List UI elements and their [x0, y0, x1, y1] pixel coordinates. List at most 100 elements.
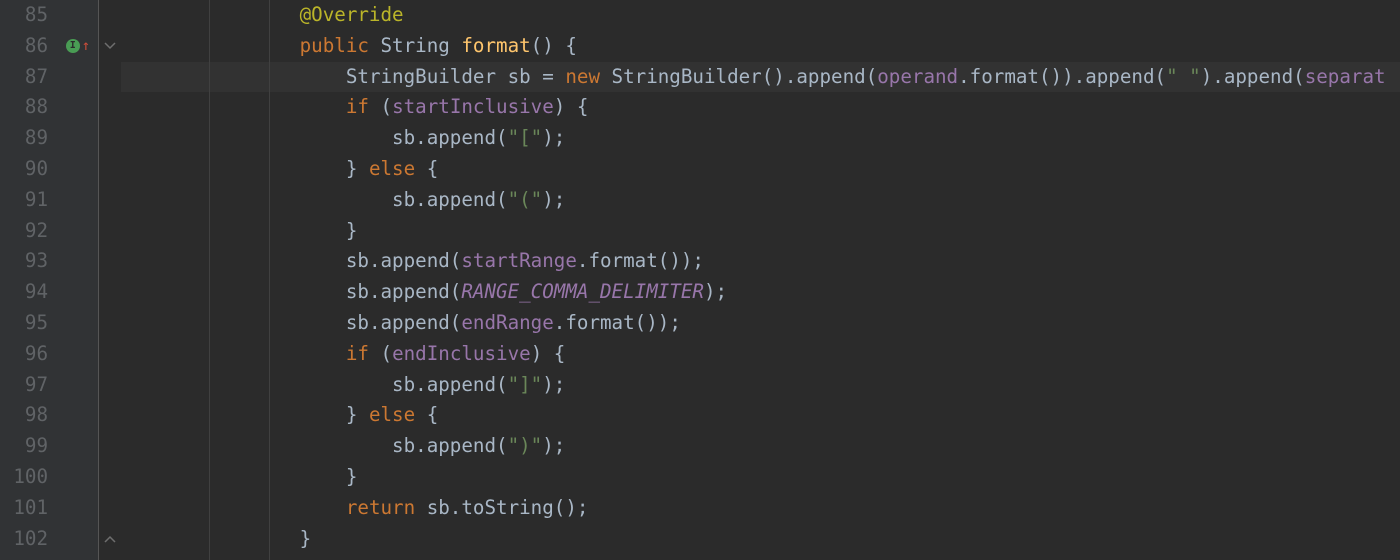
code-line[interactable]: public String format() {	[121, 31, 1400, 62]
token-ann: @Override	[300, 3, 404, 26]
token-pn	[161, 34, 300, 57]
token-pn: );	[542, 434, 565, 457]
code-line[interactable]: return sb.toString();	[121, 493, 1400, 524]
line-number: 87	[0, 62, 58, 93]
code-line[interactable]: sb.append(")");	[121, 431, 1400, 462]
line-number: 91	[0, 185, 58, 216]
code-line[interactable]: }	[121, 524, 1400, 555]
token-pn	[161, 373, 392, 396]
line-number: 102	[0, 524, 58, 555]
token-pn: sb.append(	[346, 249, 462, 272]
token-pn	[161, 527, 300, 550]
code-line[interactable]: sb.append("[");	[121, 123, 1400, 154]
token-kw: return	[346, 496, 415, 519]
token-pn: .format());	[577, 249, 704, 272]
token-pn	[161, 280, 346, 303]
code-line[interactable]: sb.append("]");	[121, 370, 1400, 401]
token-pn: );	[542, 188, 565, 211]
token-mname: format	[461, 34, 530, 57]
fold-open-icon[interactable]	[99, 31, 121, 62]
line-number: 85	[0, 0, 58, 31]
token-kw: else	[369, 403, 415, 426]
line-number: 99	[0, 431, 58, 462]
token-pn: }	[300, 527, 312, 550]
token-str: "]"	[508, 373, 543, 396]
line-number: 97	[0, 370, 58, 401]
code-line[interactable]: }	[121, 462, 1400, 493]
line-number-gutter: 858687888990919293949596979899100101102	[0, 0, 58, 560]
code-line[interactable]: if (endInclusive) {	[121, 339, 1400, 370]
token-str: "["	[508, 126, 543, 149]
token-pn: StringBuilder sb =	[346, 65, 566, 88]
token-pn: sb.append(	[392, 434, 508, 457]
token-pn: sb.toString();	[415, 496, 588, 519]
token-pn: () {	[531, 34, 577, 57]
code-area[interactable]: @Override public String format() { Strin…	[121, 0, 1400, 560]
token-str: "("	[508, 188, 543, 211]
code-line[interactable]: sb.append(RANGE_COMMA_DELIMITER);	[121, 277, 1400, 308]
token-pn	[161, 95, 346, 118]
override-gutter-icon[interactable]: I↑	[58, 31, 98, 62]
line-number: 101	[0, 493, 58, 524]
token-pn: sb.append(	[392, 126, 508, 149]
line-number: 95	[0, 308, 58, 339]
code-line[interactable]: } else {	[121, 400, 1400, 431]
line-number: 90	[0, 154, 58, 185]
token-pn	[161, 126, 392, 149]
token-pn: .format());	[554, 311, 681, 334]
token-pn: {	[415, 403, 438, 426]
token-pn: sb.append(	[392, 188, 508, 211]
token-const: RANGE_COMMA_DELIMITER	[461, 280, 704, 303]
line-number: 93	[0, 246, 58, 277]
token-pn: ).append(	[1201, 65, 1305, 88]
token-pn: {	[415, 157, 438, 180]
code-line[interactable]: StringBuilder sb = new StringBuilder().a…	[121, 62, 1400, 93]
token-pn: sb.append(	[346, 311, 462, 334]
token-kw: else	[369, 157, 415, 180]
token-pn: .format()).append(	[958, 65, 1166, 88]
fold-gutter	[98, 0, 121, 560]
token-pn: StringBuilder().append(	[600, 65, 877, 88]
token-pn	[161, 157, 346, 180]
marker-gutter: I↑	[58, 0, 98, 560]
code-line[interactable]: sb.append(startRange.format());	[121, 246, 1400, 277]
code-line[interactable]: } else {	[121, 154, 1400, 185]
token-pn	[161, 496, 346, 519]
code-line[interactable]: sb.append("(");	[121, 185, 1400, 216]
token-pn	[161, 434, 392, 457]
line-number: 94	[0, 277, 58, 308]
line-number: 89	[0, 123, 58, 154]
token-pn: }	[346, 219, 358, 242]
token-pn	[161, 188, 392, 211]
line-number: 98	[0, 400, 58, 431]
token-pn: );	[542, 126, 565, 149]
code-line[interactable]: if (startInclusive) {	[121, 92, 1400, 123]
indent-guide	[269, 0, 270, 560]
token-pn: }	[346, 465, 358, 488]
code-editor[interactable]: 858687888990919293949596979899100101102 …	[0, 0, 1400, 560]
token-fld: endRange	[461, 311, 553, 334]
line-number: 96	[0, 339, 58, 370]
code-line[interactable]: @Override	[121, 0, 1400, 31]
token-pn: sb.append(	[392, 373, 508, 396]
code-line[interactable]: }	[121, 216, 1400, 247]
token-pn	[161, 249, 346, 272]
token-pn: sb.append(	[346, 280, 462, 303]
token-kw: if	[346, 95, 369, 118]
token-pn	[161, 465, 346, 488]
code-line[interactable]: sb.append(endRange.format());	[121, 308, 1400, 339]
token-str: " "	[1166, 65, 1201, 88]
token-pn	[161, 403, 346, 426]
token-str: ")"	[508, 434, 543, 457]
line-number: 100	[0, 462, 58, 493]
token-pn: }	[346, 157, 369, 180]
fold-close-icon[interactable]	[99, 524, 121, 555]
token-pn	[161, 3, 300, 26]
token-pn: );	[704, 280, 727, 303]
token-fld: startInclusive	[392, 95, 554, 118]
token-pn: ) {	[554, 95, 589, 118]
token-pn: (	[369, 342, 392, 365]
token-pn	[161, 219, 346, 242]
token-pn	[161, 65, 346, 88]
indent-guide	[209, 0, 210, 560]
